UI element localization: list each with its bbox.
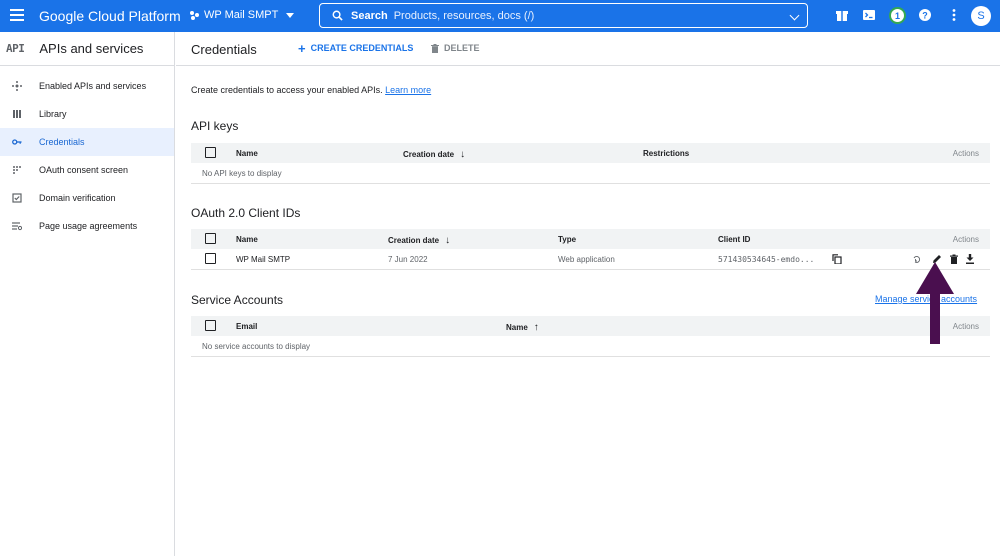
project-icon: [190, 10, 199, 20]
notification-badge[interactable]: 1: [889, 7, 906, 24]
project-name: WP Mail SMPT: [204, 9, 279, 21]
settings-list-icon: [12, 221, 22, 231]
empty-row: No API keys to display: [191, 163, 990, 184]
empty-message: No service accounts to display: [202, 342, 311, 351]
page-header: Credentials + CREATE CREDENTIALS DELETE: [176, 32, 1000, 66]
table-header: Name Creation date ↓ Type Client ID Actio…: [191, 229, 990, 249]
column-creation-date-label: Creation date: [403, 150, 455, 159]
delete-button[interactable]: DELETE: [431, 43, 480, 53]
service-accounts-table: Email Name ↑ Actions No service accounts …: [191, 316, 990, 357]
library-icon: [12, 109, 22, 119]
more-vert-icon[interactable]: [947, 8, 961, 22]
column-name[interactable]: Name ↑: [506, 322, 539, 333]
top-app-bar: Google Cloud Platform WP Mail SMPT Searc…: [0, 0, 1000, 32]
column-email[interactable]: Email: [236, 322, 257, 331]
select-all-checkbox[interactable]: [205, 147, 216, 158]
empty-message: No API keys to display: [202, 169, 282, 178]
chevron-down-icon[interactable]: [789, 10, 800, 21]
svg-text:?: ?: [922, 11, 928, 21]
sidebar-item-credentials[interactable]: Credentials: [0, 128, 174, 156]
sidebar-item-label: Page usage agreements: [39, 221, 138, 231]
consent-icon: [12, 165, 22, 175]
learn-more-link[interactable]: Learn more: [385, 85, 431, 95]
hub-icon: [12, 81, 22, 91]
plus-icon: +: [298, 40, 306, 56]
api-keys-table: Name Creation date ↓ Restrictions Actions…: [191, 143, 990, 184]
select-all-checkbox[interactable]: [205, 233, 216, 244]
search-icon: [332, 10, 343, 21]
key-icon: [12, 137, 22, 147]
column-client-id[interactable]: Client ID: [718, 235, 750, 244]
arrow-up-icon: ↑: [533, 322, 539, 333]
sidebar-item-domain-verification[interactable]: Domain verification: [0, 184, 174, 212]
api-logo: API: [6, 42, 25, 55]
client-name[interactable]: WP Mail SMTP: [236, 255, 290, 264]
intro-text: Create credentials to access your enable…: [191, 85, 431, 95]
column-restrictions: Restrictions: [643, 149, 690, 158]
sidebar-item-label: Library: [39, 109, 67, 119]
column-actions: Actions: [952, 149, 979, 158]
intro-description: Create credentials to access your enable…: [191, 85, 383, 95]
api-keys-title: API keys: [191, 119, 239, 133]
arrow-down-icon: ↓: [460, 149, 466, 160]
brand-title[interactable]: Google Cloud Platform: [39, 8, 181, 24]
table-header: Name Creation date ↓ Restrictions Actions: [191, 143, 990, 163]
oauth-table: Name Creation date ↓ Type Client ID Actio…: [191, 229, 990, 270]
client-type: Web application: [558, 255, 615, 264]
sidebar-item-oauth-consent[interactable]: OAuth consent screen: [0, 156, 174, 184]
sidebar: API APIs and services Enabled APIs and s…: [0, 32, 175, 556]
arrow-down-icon: ↓: [445, 235, 451, 246]
help-icon[interactable]: ?: [918, 8, 932, 22]
cloud-shell-icon[interactable]: [862, 8, 876, 22]
column-name[interactable]: Name: [236, 235, 258, 244]
column-name[interactable]: Name: [236, 149, 258, 158]
client-id: 571430534645-emdo...: [718, 255, 815, 264]
column-creation-date[interactable]: Creation date ↓: [403, 149, 465, 160]
sidebar-item-label: Domain verification: [39, 193, 116, 203]
copy-icon[interactable]: [832, 254, 842, 264]
delete-label: DELETE: [444, 43, 480, 53]
create-credentials-label: CREATE CREDENTIALS: [310, 43, 414, 53]
project-selector[interactable]: WP Mail SMPT: [190, 9, 295, 21]
search-placeholder: Products, resources, docs (/): [393, 9, 535, 22]
column-creation-date[interactable]: Creation date ↓: [388, 235, 450, 246]
sidebar-nav: Enabled APIs and services Library Creden…: [0, 72, 174, 240]
caret-down-icon: [286, 12, 295, 18]
sidebar-item-library[interactable]: Library: [0, 100, 174, 128]
create-credentials-button[interactable]: + CREATE CREDENTIALS: [298, 40, 414, 56]
empty-row: No service accounts to display: [191, 336, 990, 357]
select-all-checkbox[interactable]: [205, 320, 216, 331]
trash-icon: [431, 43, 439, 53]
table-header: Email Name ↑ Actions: [191, 316, 990, 336]
menu-icon[interactable]: [10, 9, 24, 21]
page-title: Credentials: [191, 42, 257, 57]
column-creation-date-label: Creation date: [388, 236, 440, 245]
sidebar-title: APIs and services: [39, 41, 144, 56]
row-checkbox[interactable]: [205, 253, 216, 264]
sidebar-item-label: Credentials: [39, 137, 85, 147]
sidebar-item-label: Enabled APIs and services: [39, 81, 147, 91]
column-name-label: Name: [506, 323, 528, 332]
sidebar-item-page-usage[interactable]: Page usage agreements: [0, 212, 174, 240]
sidebar-item-label: OAuth consent screen: [39, 165, 129, 175]
column-type[interactable]: Type: [558, 235, 576, 244]
checkbox-icon: [12, 193, 22, 203]
search-bar[interactable]: Search Products, resources, docs (/): [319, 3, 808, 28]
gift-icon[interactable]: [835, 8, 849, 22]
annotation-arrow: [916, 262, 954, 344]
avatar[interactable]: S: [971, 6, 991, 26]
table-row[interactable]: WP Mail SMTP 7 Jun 2022 Web application …: [191, 249, 990, 270]
column-actions: Actions: [952, 235, 979, 244]
search-label: Search: [351, 9, 388, 22]
download-icon[interactable]: [965, 254, 975, 264]
creation-date: 7 Jun 2022: [388, 255, 428, 264]
oauth-title: OAuth 2.0 Client IDs: [191, 206, 301, 220]
sidebar-item-enabled-apis[interactable]: Enabled APIs and services: [0, 72, 174, 100]
sidebar-header: API APIs and services: [0, 32, 174, 66]
service-accounts-title: Service Accounts: [191, 293, 284, 307]
